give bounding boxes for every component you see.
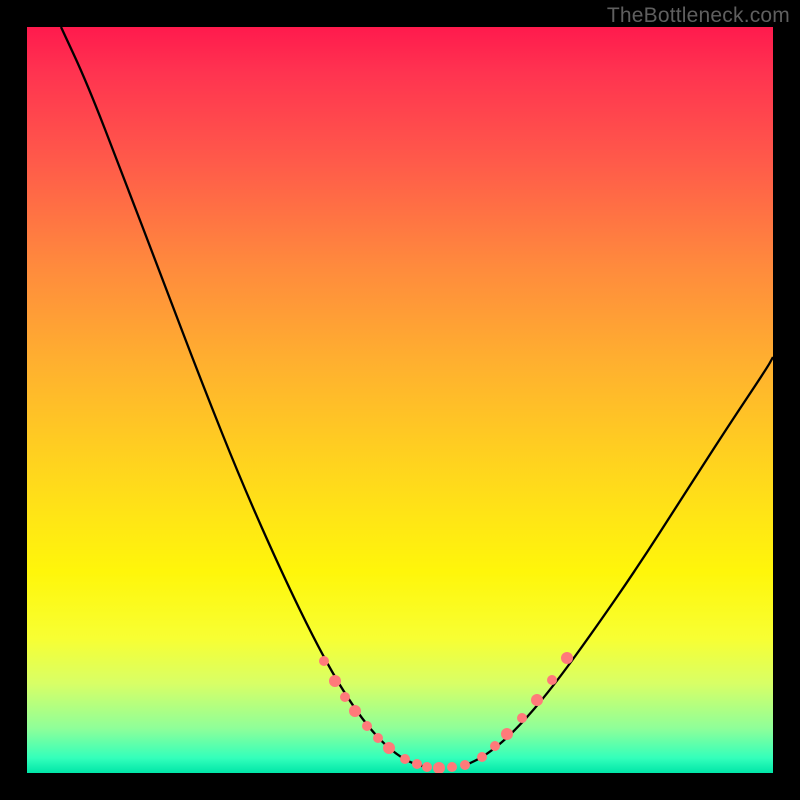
marker-dot [490, 741, 500, 751]
marker-dot [349, 705, 361, 717]
marker-dot [400, 754, 410, 764]
marker-dot [340, 692, 350, 702]
marker-dot [477, 752, 487, 762]
gradient-plot-area [27, 27, 773, 773]
marker-dot [501, 728, 513, 740]
marker-dot [531, 694, 543, 706]
marker-dot [561, 652, 573, 664]
marker-dot [422, 762, 432, 772]
marker-dot [373, 733, 383, 743]
marker-dot [460, 760, 470, 770]
marker-dot [329, 675, 341, 687]
marker-dot [433, 762, 445, 773]
curve-plot [27, 27, 773, 773]
marker-dot [362, 721, 372, 731]
marker-dot [412, 759, 422, 769]
curve-right-curve [462, 357, 773, 767]
marker-dot [547, 675, 557, 685]
watermark-text: TheBottleneck.com [607, 4, 790, 28]
marker-dot [383, 742, 395, 754]
marker-dot [517, 713, 527, 723]
curve-left-curve [61, 27, 429, 768]
marker-dot [319, 656, 329, 666]
marker-dot [447, 762, 457, 772]
